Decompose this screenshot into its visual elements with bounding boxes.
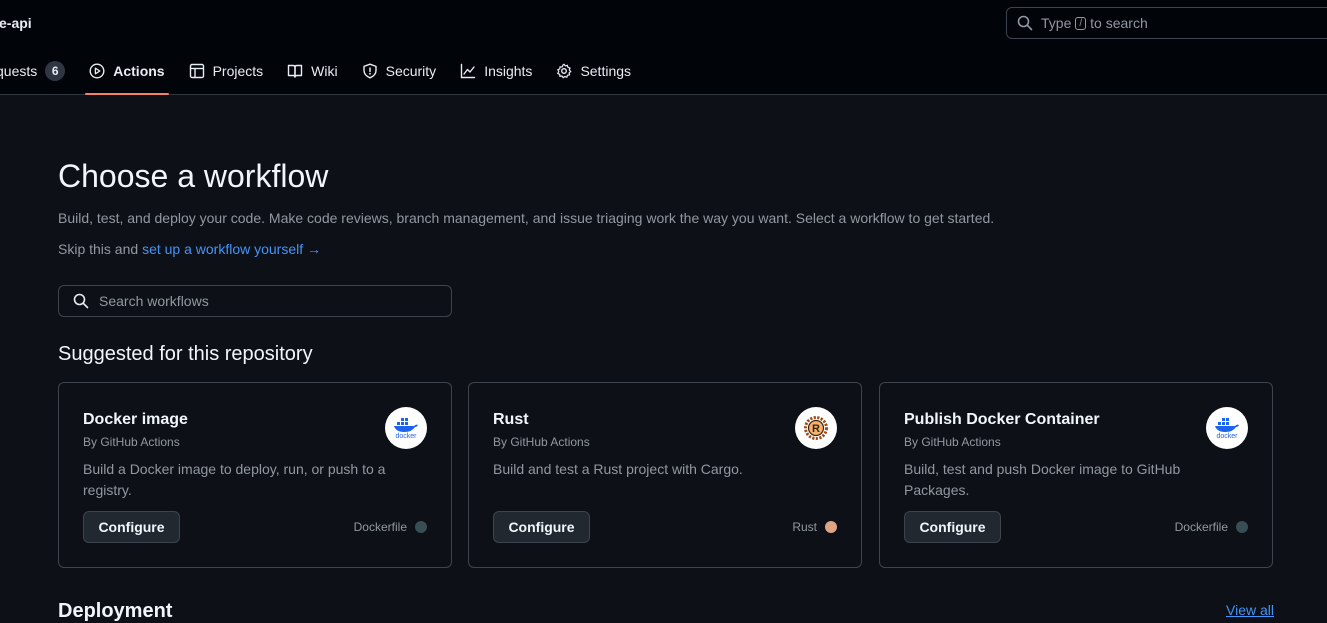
card-description: Build, test and push Docker image to Git…: [904, 461, 1181, 498]
workflow-search-placeholder: Search workflows: [99, 293, 209, 309]
language-label: Rust: [792, 520, 817, 534]
card-author: By GitHub Actions: [904, 435, 1001, 449]
card-description: Build a Docker image to deploy, run, or …: [83, 461, 386, 498]
search-icon: [73, 293, 89, 309]
card-title: Publish Docker Container: [904, 411, 1100, 428]
language-color-dot: [1236, 521, 1248, 533]
suggested-heading: Suggested for this repository: [58, 343, 313, 365]
language-indicator: Dockerfile: [1175, 520, 1248, 534]
repo-name[interactable]: e-api: [0, 15, 32, 31]
language-indicator: Dockerfile: [354, 520, 427, 534]
configure-button[interactable]: Configure: [904, 511, 1001, 543]
language-label: Dockerfile: [353, 520, 407, 534]
docker-logo-text: docker: [1216, 432, 1238, 440]
tab-settings[interactable]: Settings: [544, 52, 643, 90]
arrow-right-icon: →: [307, 241, 322, 257]
workflow-card-publish-docker-container: Publish Docker Container By GitHub Actio…: [879, 382, 1273, 568]
page-subtitle: Build, test, and deploy your code. Make …: [58, 210, 995, 226]
docker-logo-icon: docker: [385, 407, 427, 449]
page-title: Choose a workflow: [58, 158, 329, 194]
language-label: Dockerfile: [1174, 520, 1228, 534]
tab-label: Wiki: [311, 63, 338, 79]
svg-text:R: R: [812, 423, 820, 435]
tab-insights[interactable]: Insights: [448, 52, 544, 90]
workflow-search-input[interactable]: Search workflows: [58, 285, 452, 317]
skip-line: Skip this and set up a workflow yourself…: [58, 241, 321, 257]
setup-workflow-link-label: set up a workflow yourself: [142, 241, 304, 257]
card-author: By GitHub Actions: [493, 435, 590, 449]
docker-logo-icon: docker: [1206, 407, 1248, 449]
deployment-heading: Deployment: [58, 600, 173, 622]
tab-label: quests: [0, 63, 38, 79]
graph-icon: [460, 63, 476, 79]
language-indicator: Rust: [792, 520, 837, 534]
rust-logo-icon: R: [795, 407, 837, 449]
book-icon: [287, 64, 303, 78]
search-shortcut-key: /: [1075, 16, 1087, 30]
card-description: Build and test a Rust project with Cargo…: [493, 461, 743, 477]
repo-header: e-api Type / to search quests 6 Actions: [0, 0, 1327, 95]
view-all-link[interactable]: View all: [1226, 602, 1274, 618]
setup-workflow-yourself-link[interactable]: set up a workflow yourself →: [142, 241, 321, 257]
configure-button[interactable]: Configure: [493, 511, 590, 543]
table-icon: [189, 63, 204, 79]
pull-requests-counter: 6: [45, 61, 66, 81]
card-author: By GitHub Actions: [83, 435, 180, 449]
workflow-card-rust: Rust By GitHub Actions Build and test a …: [468, 382, 862, 568]
tab-label: Actions: [113, 63, 165, 79]
repo-tabs: quests 6 Actions Projects Wiki Security …: [0, 52, 643, 95]
card-title: Rust: [493, 411, 529, 428]
configure-button[interactable]: Configure: [83, 511, 180, 543]
workflow-card-docker-image: Docker image By GitHub Actions Build a D…: [58, 382, 452, 568]
tab-label: Projects: [212, 63, 264, 79]
search-icon: [1017, 15, 1033, 31]
play-icon: [89, 63, 105, 79]
tab-label: Insights: [484, 63, 533, 79]
tab-projects[interactable]: Projects: [177, 52, 276, 90]
tab-wiki[interactable]: Wiki: [275, 52, 349, 90]
card-title: Docker image: [83, 411, 188, 428]
global-search-input[interactable]: Type / to search: [1006, 7, 1327, 39]
gear-icon: [557, 63, 572, 79]
tab-security[interactable]: Security: [350, 52, 449, 90]
tab-label: Security: [385, 63, 437, 79]
language-color-dot: [825, 521, 837, 533]
search-suffix: to search: [1090, 15, 1148, 31]
shield-icon: [362, 63, 377, 79]
tab-label: Settings: [580, 63, 632, 79]
tab-actions[interactable]: Actions: [77, 52, 176, 95]
tab-pull-requests[interactable]: quests 6: [0, 52, 77, 90]
docker-logo-text: docker: [395, 432, 417, 440]
search-prefix: Type: [1041, 15, 1072, 31]
language-color-dot: [415, 521, 427, 533]
skip-prefix: Skip this and: [58, 241, 143, 257]
